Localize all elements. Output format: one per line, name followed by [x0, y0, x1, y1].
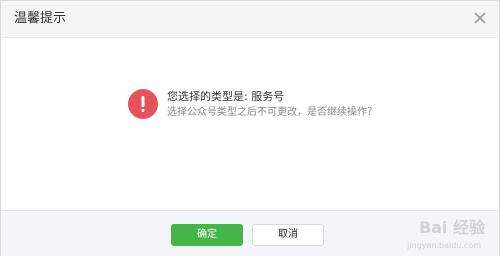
watermark-url: jingyan.baidu.com [407, 241, 481, 250]
exclamation-icon [128, 89, 158, 119]
dialog-footer: 确定 取消 Bai 经验 jingyan.baidu.com [1, 210, 499, 256]
dialog-body: 您选择的类型是: 服务号 选择公众号类型之后不可更改，是否继续操作？ [1, 38, 499, 210]
cancel-button[interactable]: 取消 [252, 224, 324, 246]
dialog-title: 温馨提示 [14, 11, 67, 26]
dialog-header: 温馨提示 [1, 1, 499, 38]
watermark-logo: Bai 经验 [418, 218, 485, 237]
close-icon[interactable] [471, 9, 489, 27]
confirm-button[interactable]: 确定 [171, 224, 243, 246]
dialog: 温馨提示 您选择的类型是: 服务号 选择公众号类型之后不可更改，是否继续操作？ … [0, 0, 500, 256]
message-title: 您选择的类型是: 服务号 [167, 90, 285, 103]
message-subtitle: 选择公众号类型之后不可更改，是否继续操作？ [167, 107, 377, 118]
